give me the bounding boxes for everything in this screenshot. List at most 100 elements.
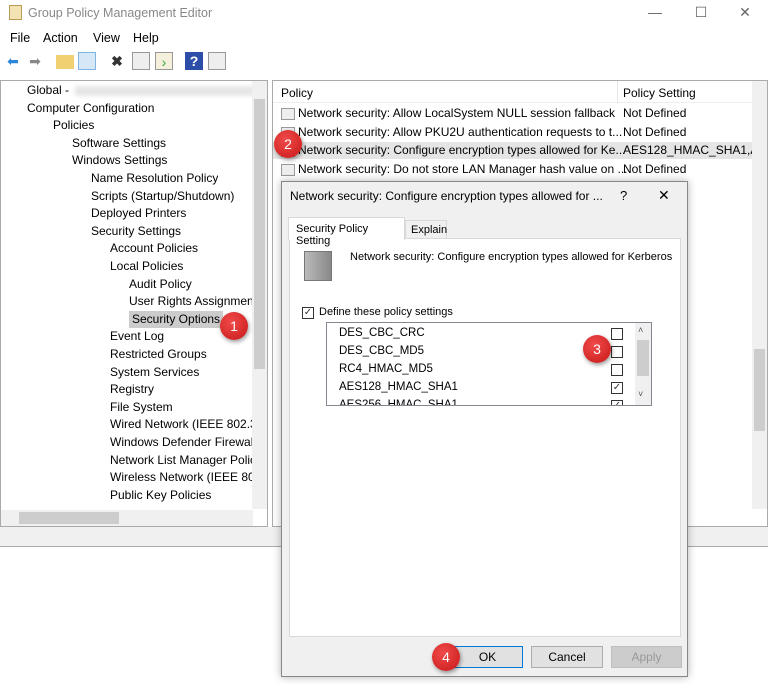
define-settings-checkbox[interactable]: ✓	[302, 307, 314, 319]
policy-icon	[281, 163, 295, 176]
app-icon	[9, 5, 22, 20]
dialog-close-button[interactable]: ✕	[658, 187, 670, 204]
encryption-types-list: DES_CBC_CRC DES_CBC_MD5 RC4_HMAC_MD5 AES128…	[326, 322, 652, 406]
dialog-help-button[interactable]: ?	[620, 188, 627, 203]
menu-help[interactable]: Help	[133, 31, 159, 45]
minimize-button[interactable]: —	[640, 4, 670, 20]
tab-security-policy-setting[interactable]: Security Policy Setting	[288, 217, 405, 247]
tree-item[interactable]: Scripts (Startup/Shutdown)	[91, 188, 234, 205]
option-checkbox[interactable]	[611, 346, 623, 358]
menu-action[interactable]: Action	[43, 31, 78, 45]
tree-item[interactable]: ›User Rights Assignment	[129, 293, 253, 310]
tree-item[interactable]: ›Public Key Policies	[110, 487, 211, 504]
menu-view[interactable]: View	[93, 31, 120, 45]
policy-name: Network security: Configure encryption t…	[298, 143, 626, 157]
tree-item[interactable]: ›Deployed Printers	[91, 205, 186, 222]
table-row[interactable]: Network security: Allow PKU2U authentica…	[273, 124, 753, 141]
tree-item[interactable]: Security Options	[129, 310, 224, 328]
tree-item-label: Deployed Printers	[91, 206, 187, 221]
tree-item[interactable]: ⌄Local Policies	[110, 258, 183, 275]
tree-item[interactable]: ›Restricted Groups	[110, 346, 207, 363]
list-header: Policy Policy Setting	[273, 81, 753, 103]
tree-item-label: Audit Policy	[129, 276, 192, 291]
tree-item[interactable]: ›Event Log	[110, 328, 164, 345]
tree-item[interactable]: ⌄Policies	[53, 117, 94, 134]
scroll-thumb[interactable]	[637, 340, 649, 376]
table-row[interactable]: Network security: Do not store LAN Manag…	[273, 161, 753, 178]
export-icon[interactable]: ›	[155, 52, 173, 70]
table-row[interactable]: Network security: Configure encryption t…	[273, 142, 766, 159]
policy-heading: Network security: Configure encryption t…	[350, 251, 673, 263]
tree-item[interactable]: ›Windows Defender Firewall with Advanced…	[110, 434, 253, 451]
dialog-title: Network security: Configure encryption t…	[290, 189, 603, 203]
encryption-option[interactable]: AES128_HMAC_SHA1 ✓	[339, 379, 629, 396]
apply-button[interactable]: Apply	[611, 646, 682, 668]
tab-explain[interactable]: Explain	[405, 220, 447, 239]
tree-item[interactable]: ›Wired Network (IEEE 802.3) Policies	[110, 416, 253, 433]
option-checkbox[interactable]	[611, 328, 623, 340]
option-label: DES_CBC_CRC	[339, 327, 425, 339]
tree-item-label: Event Log	[110, 329, 165, 344]
maximize-button[interactable]: ☐	[686, 4, 716, 21]
options-scrollbar[interactable]: ˄ ˅	[635, 323, 651, 405]
encryption-option[interactable]: RC4_HMAC_MD5	[339, 361, 629, 378]
option-checkbox[interactable]	[611, 364, 623, 376]
forward-icon[interactable]: ➡	[26, 52, 44, 70]
option-label: AES256_HMAC_SHA1	[339, 399, 458, 406]
column-policy[interactable]: Policy	[281, 86, 313, 100]
tree-item[interactable]: Global -	[27, 82, 253, 99]
tree-item[interactable]: ›Software Settings	[72, 135, 166, 152]
help-icon[interactable]: ?	[185, 52, 203, 70]
tree-item[interactable]: ›Name Resolution Policy	[91, 170, 218, 187]
tree-horizontal-scrollbar[interactable]	[1, 510, 253, 526]
option-checkbox[interactable]: ✓	[611, 382, 623, 394]
up-folder-icon[interactable]	[56, 55, 74, 69]
scroll-thumb[interactable]	[754, 349, 765, 431]
menu-file[interactable]: File	[10, 31, 30, 45]
toolbar: ⬅ ➡ ✖ › ?	[0, 50, 768, 74]
show-hide-tree-icon[interactable]	[78, 52, 96, 70]
encryption-option[interactable]: AES256_HMAC_SHA1 ✓	[339, 397, 629, 406]
back-icon[interactable]: ⬅	[4, 52, 22, 70]
scroll-thumb[interactable]	[254, 99, 265, 369]
tab-panel: Network security: Configure encryption t…	[289, 238, 681, 637]
tree-item-label: Computer Configuration	[27, 100, 155, 115]
tree-item[interactable]: ›Audit Policy	[129, 276, 192, 293]
policy-setting: Not Defined	[623, 106, 687, 120]
tree-item[interactable]: ›File System	[110, 399, 173, 416]
tree-item-label: Software Settings	[72, 135, 167, 150]
tree-item[interactable]: ›Wireless Network (IEEE 802.11) Policies	[110, 469, 253, 486]
tree-item[interactable]: ›System Services	[110, 364, 199, 381]
action-pane-icon[interactable]	[208, 52, 226, 70]
option-label: AES128_HMAC_SHA1	[339, 381, 458, 393]
tree-vertical-scrollbar[interactable]	[252, 81, 267, 509]
list-vertical-scrollbar[interactable]	[752, 81, 767, 509]
step-badge-1: 1	[220, 312, 248, 340]
close-button[interactable]: ✕	[730, 4, 760, 21]
delete-icon[interactable]: ✖	[108, 52, 126, 70]
tree-item-label: Local Policies	[110, 259, 184, 273]
scroll-thumb[interactable]	[19, 512, 119, 524]
option-label: RC4_HMAC_MD5	[339, 363, 433, 375]
table-row[interactable]: Network security: Allow LocalSystem NULL…	[273, 105, 753, 122]
policy-name: Network security: Allow PKU2U authentica…	[298, 124, 623, 139]
ok-button[interactable]: OK	[452, 646, 523, 668]
tree-item[interactable]: ⌄Security Settings	[91, 223, 181, 240]
properties-icon[interactable]	[132, 52, 150, 70]
policy-name: Network security: Do not store LAN Manag…	[298, 161, 628, 176]
option-checkbox[interactable]: ✓	[611, 400, 623, 405]
tree-item-label: Windows Defender Firewall with Advanced …	[110, 435, 253, 449]
tree-item[interactable]: ⌄Windows Settings	[72, 152, 167, 169]
cancel-button[interactable]: Cancel	[531, 646, 603, 668]
tree-item-label: Scripts (Startup/Shutdown)	[91, 188, 235, 203]
column-policy-setting[interactable]: Policy Setting	[623, 86, 696, 100]
tree-item[interactable]: ›Account Policies	[110, 240, 198, 257]
tree-item-label: File System	[110, 399, 173, 414]
tree-item-label: System Services	[110, 364, 200, 379]
tree-item-label: Wired Network (IEEE 802.3) Policies	[110, 417, 253, 432]
tree-item[interactable]: ⌄Computer Configuration	[27, 100, 154, 117]
tree-item[interactable]: ›Registry	[110, 381, 154, 398]
tree-item-label: Registry	[110, 382, 155, 397]
option-label: DES_CBC_MD5	[339, 345, 424, 357]
tree-item[interactable]: Network List Manager Policies	[110, 452, 253, 469]
